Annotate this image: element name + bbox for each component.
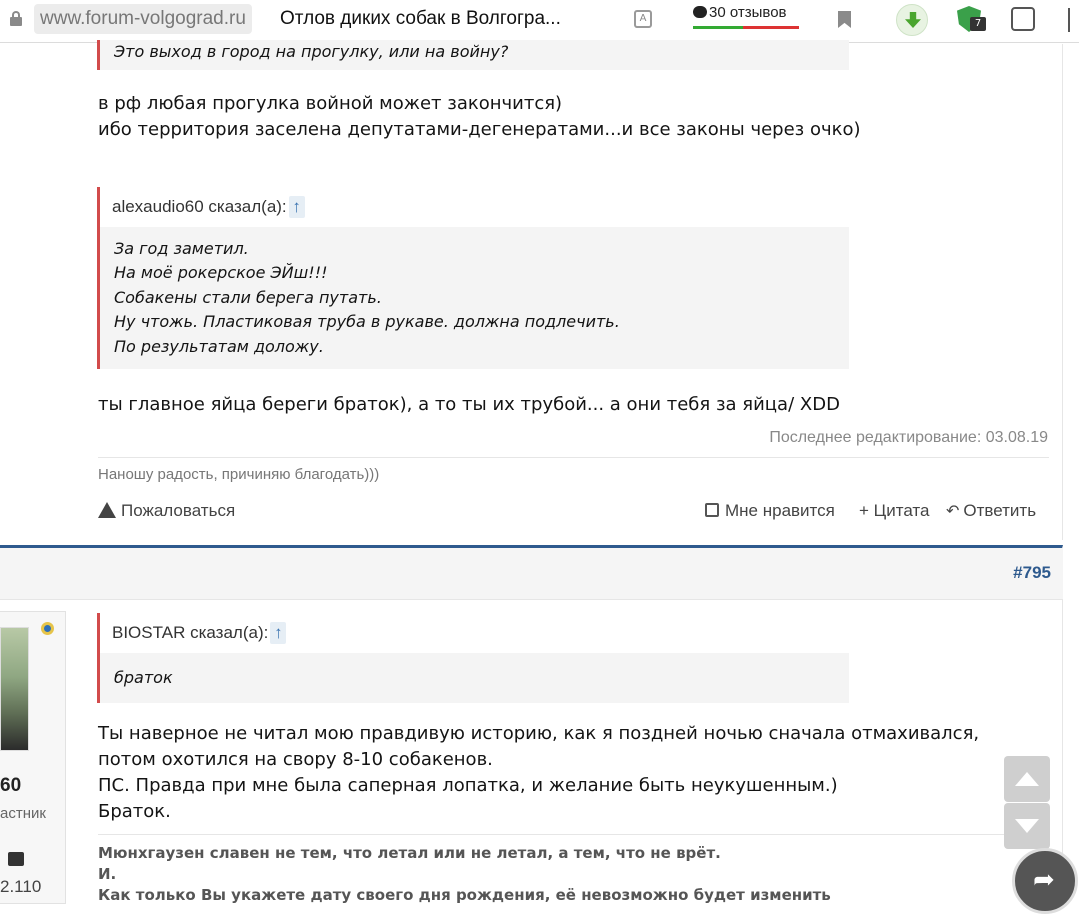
quote-line: За год заметил. <box>114 239 249 258</box>
quote-block: alexaudio60 сказал(а): ↑ За год заметил. … <box>97 187 849 370</box>
reply-label: Ответить <box>963 501 1037 520</box>
scroll-up-button[interactable] <box>1004 756 1050 802</box>
signature-line[interactable]: Как только Вы укажете дату своего дня ро… <box>98 886 831 904</box>
quote-line: По результатам доложу. <box>114 336 324 356</box>
quote-button[interactable]: + Цитата <box>859 499 929 523</box>
extension-icon[interactable] <box>1011 7 1035 31</box>
post-text-line: ПС. Правда при мне была саперная лопатка… <box>98 775 838 796</box>
share-icon: ➦ <box>1033 865 1055 895</box>
post: Это выход в город на прогулку, или на во… <box>0 40 1063 540</box>
post-text-line: ибо территория заселена депутатами-деген… <box>98 119 861 140</box>
reply-button[interactable]: ↶ Ответить <box>946 499 1036 524</box>
quote-text: Это выход в город на прогулку, или на во… <box>100 40 849 70</box>
username[interactable]: 60 <box>0 775 21 797</box>
quote-author[interactable]: BIOSTAR сказал(а): <box>112 623 268 642</box>
jump-to-quote-icon[interactable]: ↑ <box>270 622 287 644</box>
arrow-up-icon <box>1015 772 1039 786</box>
warning-icon <box>98 502 116 518</box>
post-text-line: потом охотился на свору 8-10 собакенов. <box>98 749 493 770</box>
comment-icon <box>693 6 707 18</box>
quote-text: За год заметил. На моё рокерское ЭЙш!!! … <box>100 227 849 370</box>
lock-icon <box>10 11 22 26</box>
thumbs-up-icon <box>705 503 719 517</box>
post-text-line: Ты наверное не читал мою правдивую истор… <box>98 723 980 744</box>
signature-divider <box>98 457 1049 458</box>
signature-line: Мюнхгаузен славен не тем, что летал или … <box>98 844 721 862</box>
online-status-icon <box>41 622 54 635</box>
share-button[interactable]: ➦ <box>1012 848 1078 914</box>
quote-attribution[interactable]: BIOSTAR сказал(а): ↑ <box>100 613 849 653</box>
report-label: Пожаловаться <box>121 501 236 520</box>
bookmark-icon[interactable] <box>838 11 851 28</box>
post-number-link[interactable]: #795 <box>1013 563 1051 583</box>
shield-badge: 7 <box>970 17 986 31</box>
signature-divider <box>98 834 1049 835</box>
post: #795 60 астник 2.110 BIOSTAR сказал(а): ↑… <box>0 545 1063 904</box>
download-icon[interactable] <box>896 4 928 36</box>
quote-line: На моё рокерское ЭЙш!!! <box>114 263 328 283</box>
rating-bar <box>693 26 743 29</box>
address-bar-domain[interactable]: www.forum-volgograd.ru <box>34 4 252 34</box>
user-score: 2.110 <box>0 877 42 896</box>
quote-author[interactable]: alexaudio60 сказал(а): <box>112 197 287 216</box>
quote-block: BIOSTAR сказал(а): ↑ браток <box>97 613 849 703</box>
translate-icon[interactable]: A <box>634 10 652 28</box>
quote-line: Собакены стали берега путать. <box>114 287 382 307</box>
post-text-line: ты главное яйца береги браток), а то ты … <box>98 394 840 415</box>
quote-line: Ну чтожь. Пластиковая труба в рукаве. до… <box>114 312 620 332</box>
like-button[interactable]: Мне нравится <box>705 499 835 523</box>
thumbs-up-icon <box>8 852 24 866</box>
post-header: #795 <box>0 548 1063 600</box>
last-edited: Последнее редактирование: 03.08.19 <box>769 429 1048 446</box>
report-button[interactable]: Пожаловаться <box>98 499 235 523</box>
signature: Наношу радость, причиняю благодать))) <box>98 466 380 483</box>
browser-toolbar: www.forum-volgograd.ru Отлов диких собак… <box>0 0 1079 43</box>
scroll-down-button[interactable] <box>1004 803 1050 849</box>
reviews-button[interactable]: 30 отзывов <box>693 3 799 29</box>
like-label: Мне нравится <box>725 501 835 520</box>
reviews-label: 30 отзывов <box>709 4 787 21</box>
arrow-down-icon <box>1015 819 1039 833</box>
post-text-line: Браток. <box>98 801 171 822</box>
reply-icon: ↶ <box>946 503 960 520</box>
quote-attribution[interactable]: alexaudio60 сказал(а): ↑ <box>100 187 849 227</box>
user-title: астник <box>0 805 46 822</box>
avatar[interactable] <box>0 627 29 751</box>
downloads-icon[interactable] <box>1068 8 1079 32</box>
page-title: Отлов диких собак в Волгогра... <box>280 8 561 29</box>
quote-block: Это выход в город на прогулку, или на во… <box>97 40 849 70</box>
jump-to-quote-icon[interactable]: ↑ <box>288 196 305 218</box>
post-text-line: в рф любая прогулка войной может закончи… <box>98 93 563 114</box>
user-panel: 60 астник 2.110 <box>0 611 66 904</box>
quote-text: браток <box>100 653 849 703</box>
signature-line: И. <box>98 865 117 883</box>
